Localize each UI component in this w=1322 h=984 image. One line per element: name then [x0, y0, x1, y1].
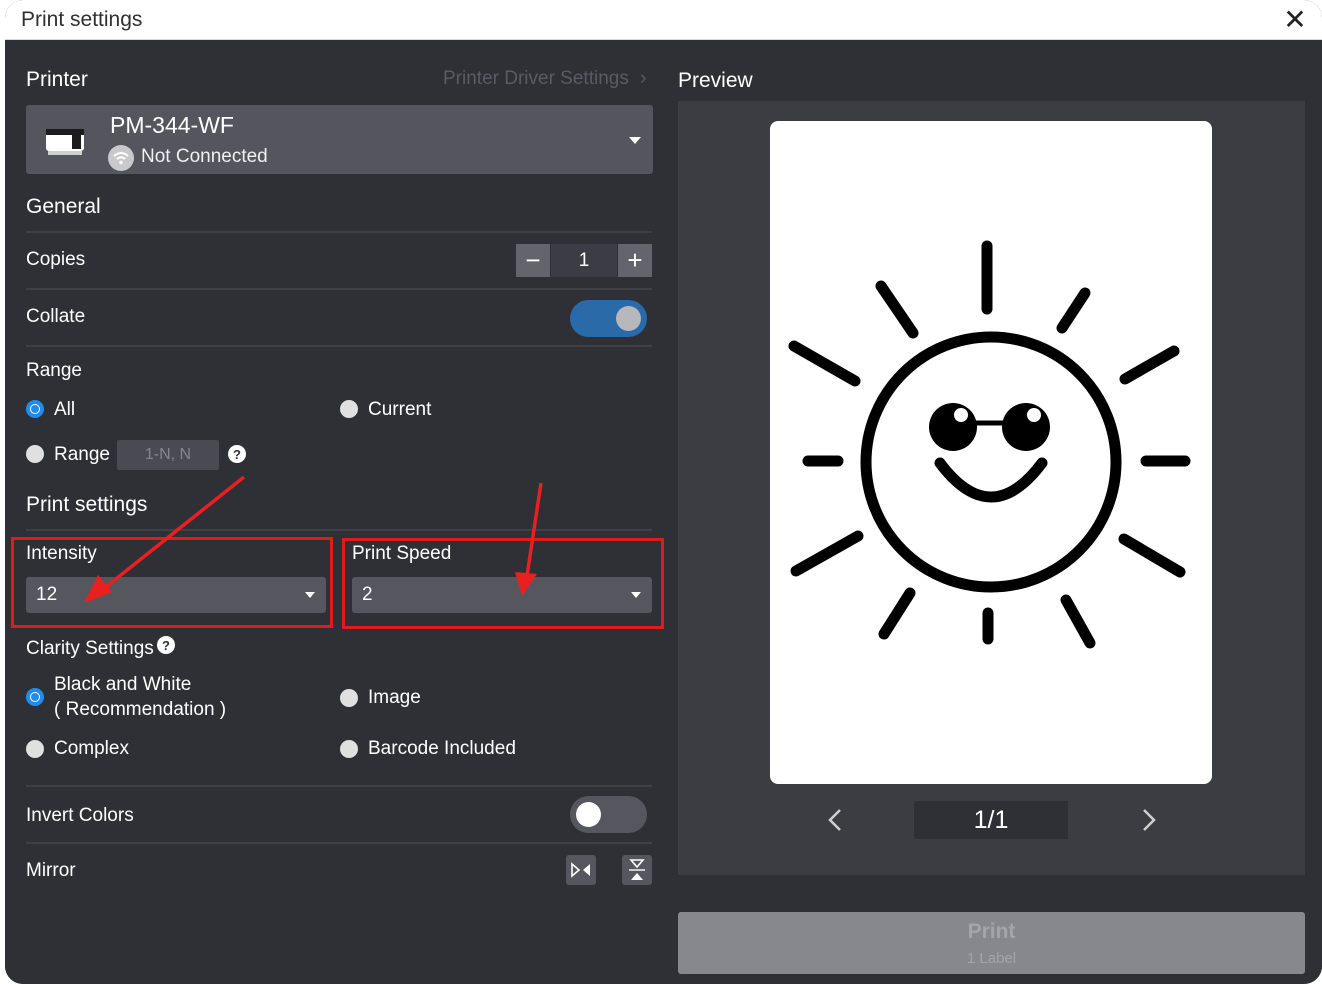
print-button-label: Print [967, 920, 1016, 943]
printer-heading: Printer [26, 68, 88, 91]
increment-button[interactable]: + [618, 244, 652, 277]
next-page-icon[interactable] [1133, 805, 1163, 835]
range-custom-label: Range [54, 444, 110, 465]
chevron-right-icon: › [640, 68, 647, 89]
print-speed-highlight-box [342, 538, 664, 629]
range-current-radio[interactable] [340, 400, 358, 418]
page-indicator: 1/1 [914, 801, 1068, 839]
clarity-complex-label: Complex [54, 738, 129, 759]
printer-name: PM-344-WF [110, 112, 234, 138]
divider [26, 785, 652, 787]
clarity-bw-sublabel: ( Recommendation ) [54, 699, 227, 720]
invert-colors-toggle[interactable] [570, 796, 647, 833]
divider [26, 288, 652, 290]
clarity-label: Clarity Settings [26, 638, 154, 659]
toggle-knob [576, 802, 601, 827]
sun-smiley-image [788, 240, 1191, 649]
chevron-down-icon [629, 137, 641, 144]
preview-panel: 1/1 [678, 101, 1305, 875]
printer-driver-settings-link[interactable]: Printer Driver Settings › [443, 68, 646, 90]
title-bar: Print settings ✕ [5, 0, 1322, 40]
clarity-barcode-radio[interactable] [340, 740, 358, 758]
printer-select[interactable]: PM-344-WF Not Connected [26, 105, 653, 174]
range-all-radio[interactable] [26, 400, 44, 418]
mirror-horizontal-button[interactable] [566, 855, 596, 885]
copies-label: Copies [26, 249, 86, 270]
close-icon[interactable]: ✕ [1278, 2, 1312, 36]
previous-page-icon[interactable] [821, 805, 851, 835]
copies-value[interactable]: 1 [551, 244, 617, 277]
clarity-bw-radio[interactable] [26, 688, 44, 706]
print-settings-dialog: Print settings ✕ Printer Printer Driver … [5, 0, 1322, 984]
range-current-label: Current [368, 399, 432, 420]
divider [26, 529, 652, 531]
range-label: Range [26, 360, 82, 381]
range-input[interactable]: 1-N, N [117, 440, 219, 470]
print-button-sublabel: 1 Label [966, 950, 1017, 967]
collate-toggle[interactable] [570, 300, 647, 337]
toggle-knob [616, 306, 641, 331]
clarity-barcode-label: Barcode Included [368, 738, 516, 759]
general-heading: General [26, 195, 101, 218]
divider [26, 231, 652, 233]
copies-stepper: − 1 + [516, 244, 652, 277]
clarity-complex-radio[interactable] [26, 740, 44, 758]
print-settings-heading: Print settings [26, 493, 148, 516]
decrement-button[interactable]: − [516, 244, 550, 277]
mirror-label: Mirror [26, 860, 76, 881]
printer-status: Not Connected [141, 146, 268, 167]
clarity-image-label: Image [368, 687, 421, 708]
invert-colors-label: Invert Colors [26, 805, 134, 826]
range-custom-radio[interactable] [26, 445, 44, 463]
printer-icon [46, 129, 84, 155]
divider [26, 842, 652, 844]
clarity-image-radio[interactable] [340, 689, 358, 707]
wifi-icon [108, 145, 134, 171]
preview-heading: Preview [678, 69, 753, 92]
flip-vertical-icon [629, 859, 645, 880]
collate-label: Collate [26, 306, 86, 327]
help-icon[interactable]: ? [228, 445, 246, 463]
range-all-label: All [54, 399, 76, 420]
intensity-highlight-box [11, 537, 333, 628]
mirror-vertical-button[interactable] [622, 855, 652, 885]
print-button[interactable]: Print 1 Label [678, 912, 1305, 974]
help-icon[interactable]: ? [157, 636, 175, 654]
driver-link-label: Printer Driver Settings [443, 68, 629, 89]
label-preview [770, 121, 1212, 784]
divider [26, 345, 652, 347]
flip-horizontal-icon [571, 862, 590, 878]
dialog-title: Print settings [21, 8, 143, 31]
dialog-content: Printer Printer Driver Settings › PM-344… [5, 40, 1322, 984]
clarity-bw-label: Black and White [54, 674, 192, 695]
